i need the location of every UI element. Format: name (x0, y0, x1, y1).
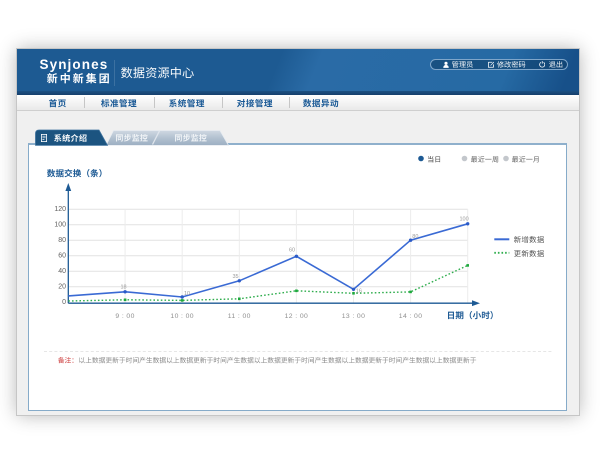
svg-text:20: 20 (58, 284, 66, 291)
svg-text:120: 120 (54, 206, 66, 213)
svg-text:9 : 00: 9 : 00 (115, 313, 134, 320)
svg-text:12 : 00: 12 : 00 (285, 313, 309, 320)
svg-text:100: 100 (54, 222, 66, 229)
svg-text:14 : 00: 14 : 00 (399, 313, 423, 320)
svg-text:11 : 00: 11 : 00 (228, 313, 251, 320)
svg-text:100: 100 (460, 216, 469, 222)
svg-text:35: 35 (233, 274, 239, 280)
svg-text:16: 16 (356, 289, 362, 295)
svg-text:10 : 00: 10 : 00 (170, 313, 194, 320)
svg-text:0: 0 (62, 299, 66, 306)
svg-text:10: 10 (184, 291, 190, 297)
svg-text:40: 40 (58, 268, 66, 275)
svg-text:60: 60 (58, 253, 66, 260)
svg-text:18: 18 (121, 284, 127, 290)
svg-text:80: 80 (58, 237, 66, 244)
svg-text:13 : 00: 13 : 00 (342, 313, 366, 320)
svg-text:80: 80 (412, 234, 418, 240)
svg-text:60: 60 (289, 248, 295, 254)
